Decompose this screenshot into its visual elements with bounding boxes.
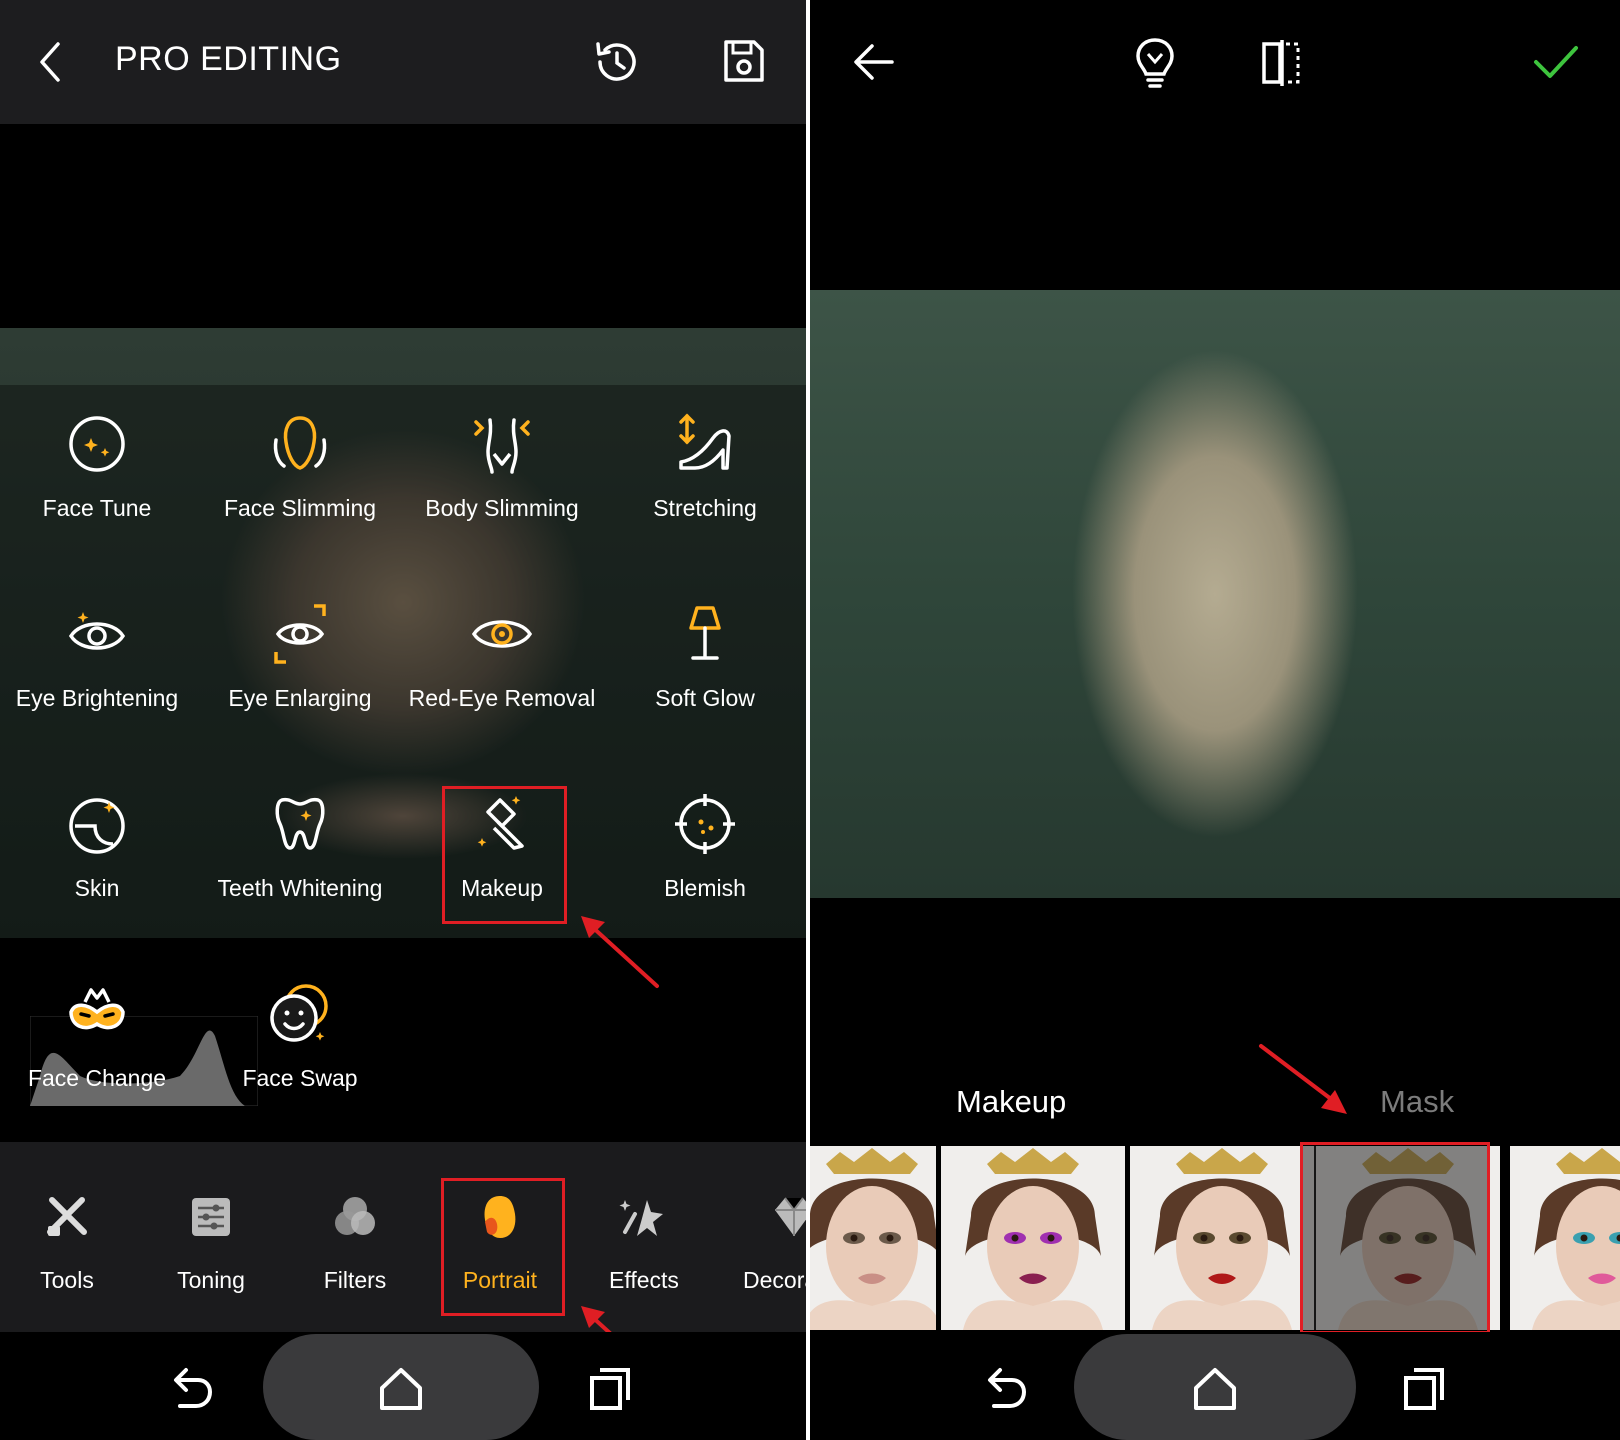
history-icon[interactable] (590, 36, 642, 88)
tool-label: Eye Brightening (15, 685, 179, 711)
system-back-icon[interactable] (980, 1364, 1030, 1414)
tool-label: Eye Enlarging (228, 685, 372, 711)
tool-eye-brightening[interactable]: Eye Brightening (0, 602, 197, 711)
portrait-highlight-box (441, 1178, 565, 1316)
tab-filters[interactable]: Filters (285, 1192, 425, 1294)
system-recents-icon[interactable] (1400, 1364, 1450, 1414)
toning-icon (192, 1198, 230, 1236)
tab-effects[interactable]: Effects (574, 1192, 714, 1294)
tool-blemish[interactable]: Blemish (605, 792, 805, 901)
face-tune-icon (69, 416, 125, 472)
tool-label: Face Tune (42, 495, 152, 521)
tool-label: Teeth Whitening (217, 875, 383, 901)
portrait-thumbnail-image (1152, 1148, 1292, 1330)
portrait-thumbnail-image (963, 1148, 1103, 1330)
tool-label: Face Slimming (223, 495, 377, 521)
tools-icon (47, 1197, 87, 1236)
blemish-icon (675, 794, 735, 854)
page-title: PRO EDITING (115, 40, 342, 78)
tool-skin[interactable]: Skin (0, 792, 197, 901)
red-arrow-annotation (1259, 1044, 1347, 1114)
tool-face-tune[interactable]: Face Tune (0, 412, 197, 521)
tab-label: Decora (743, 1267, 806, 1293)
eye-brightening-icon (68, 612, 126, 650)
tool-label: Blemish (664, 875, 746, 901)
category-mask[interactable]: Mask (1380, 1084, 1454, 1120)
makeup-highlight-box (442, 786, 567, 924)
face-swap-icon (270, 984, 328, 1042)
tool-red-eye-removal[interactable]: Red-Eye Removal (402, 602, 602, 711)
face-change-icon (69, 988, 125, 1030)
red-arrow-annotation (581, 916, 659, 988)
photo-preview (810, 290, 1620, 898)
tab-label: Filters (323, 1267, 387, 1293)
body-slimming-icon (474, 418, 530, 474)
tool-label: Skin (74, 875, 120, 901)
portrait-thumbnail-image (810, 1148, 936, 1330)
tab-label: Tools (40, 1267, 94, 1293)
tool-label: Face Swap (242, 1065, 358, 1091)
tool-teeth-whitening[interactable]: Teeth Whitening (200, 792, 400, 901)
preset-highlight-box (1300, 1142, 1490, 1334)
compare-icon[interactable] (1256, 38, 1306, 88)
checkmark-icon[interactable] (1530, 40, 1580, 84)
tool-soft-glow[interactable]: Soft Glow (605, 602, 805, 711)
tool-label: Soft Glow (655, 685, 755, 711)
tool-face-swap[interactable]: Face Swap (200, 982, 400, 1091)
portrait-thumbnail-image (1532, 1148, 1620, 1330)
tool-label: Face Change (27, 1065, 167, 1091)
tab-tools[interactable]: Tools (0, 1192, 137, 1294)
makeup-preset-thumbnail[interactable] (810, 1146, 936, 1330)
tab-label: Effects (609, 1267, 679, 1293)
red-eye-removal-icon (471, 620, 533, 648)
makeup-preset-thumbnail[interactable] (941, 1146, 1125, 1330)
category-makeup[interactable]: Makeup (956, 1084, 1066, 1120)
eye-enlarging-icon (274, 604, 326, 664)
tab-toning[interactable]: Toning (141, 1192, 281, 1294)
pro-editing-screen: PRO EDITING Face Tune Face Slimming Body… (0, 0, 806, 1440)
lightbulb-icon[interactable] (1130, 36, 1180, 88)
skin-icon (69, 798, 125, 854)
save-icon[interactable] (718, 36, 768, 86)
filters-icon (335, 1197, 375, 1235)
makeup-screen: Makeup Mask (810, 0, 1620, 1440)
tool-face-change[interactable]: Face Change (0, 982, 197, 1091)
tool-eye-enlarging[interactable]: Eye Enlarging (200, 602, 400, 711)
tool-stretching[interactable]: Stretching (605, 412, 805, 521)
arrow-left-icon[interactable] (850, 38, 898, 86)
tool-label: Red-Eye Removal (408, 685, 596, 711)
tab-label: Toning (177, 1267, 245, 1293)
tool-face-slimming[interactable]: Face Slimming (200, 412, 400, 521)
system-home-icon[interactable] (1190, 1364, 1240, 1414)
makeup-preset-thumbnail[interactable] (1130, 1146, 1314, 1330)
teeth-whitening-icon (275, 797, 325, 850)
decoration-icon (775, 1197, 806, 1236)
system-home-icon[interactable] (376, 1364, 426, 1414)
tool-body-slimming[interactable]: Body Slimming (402, 412, 602, 521)
face-slimming-icon (273, 416, 327, 470)
soft-glow-icon (689, 606, 721, 660)
system-recents-icon[interactable] (586, 1364, 636, 1414)
makeup-preset-thumbnail[interactable] (1510, 1146, 1620, 1330)
chevron-left-icon[interactable] (32, 38, 68, 86)
tool-label: Body Slimming (425, 495, 579, 521)
stretching-icon (679, 413, 731, 470)
tool-label: Stretching (653, 495, 757, 521)
tab-decoration[interactable]: Decora (715, 1192, 806, 1294)
effects-icon (619, 1200, 663, 1236)
system-back-icon[interactable] (166, 1364, 216, 1414)
